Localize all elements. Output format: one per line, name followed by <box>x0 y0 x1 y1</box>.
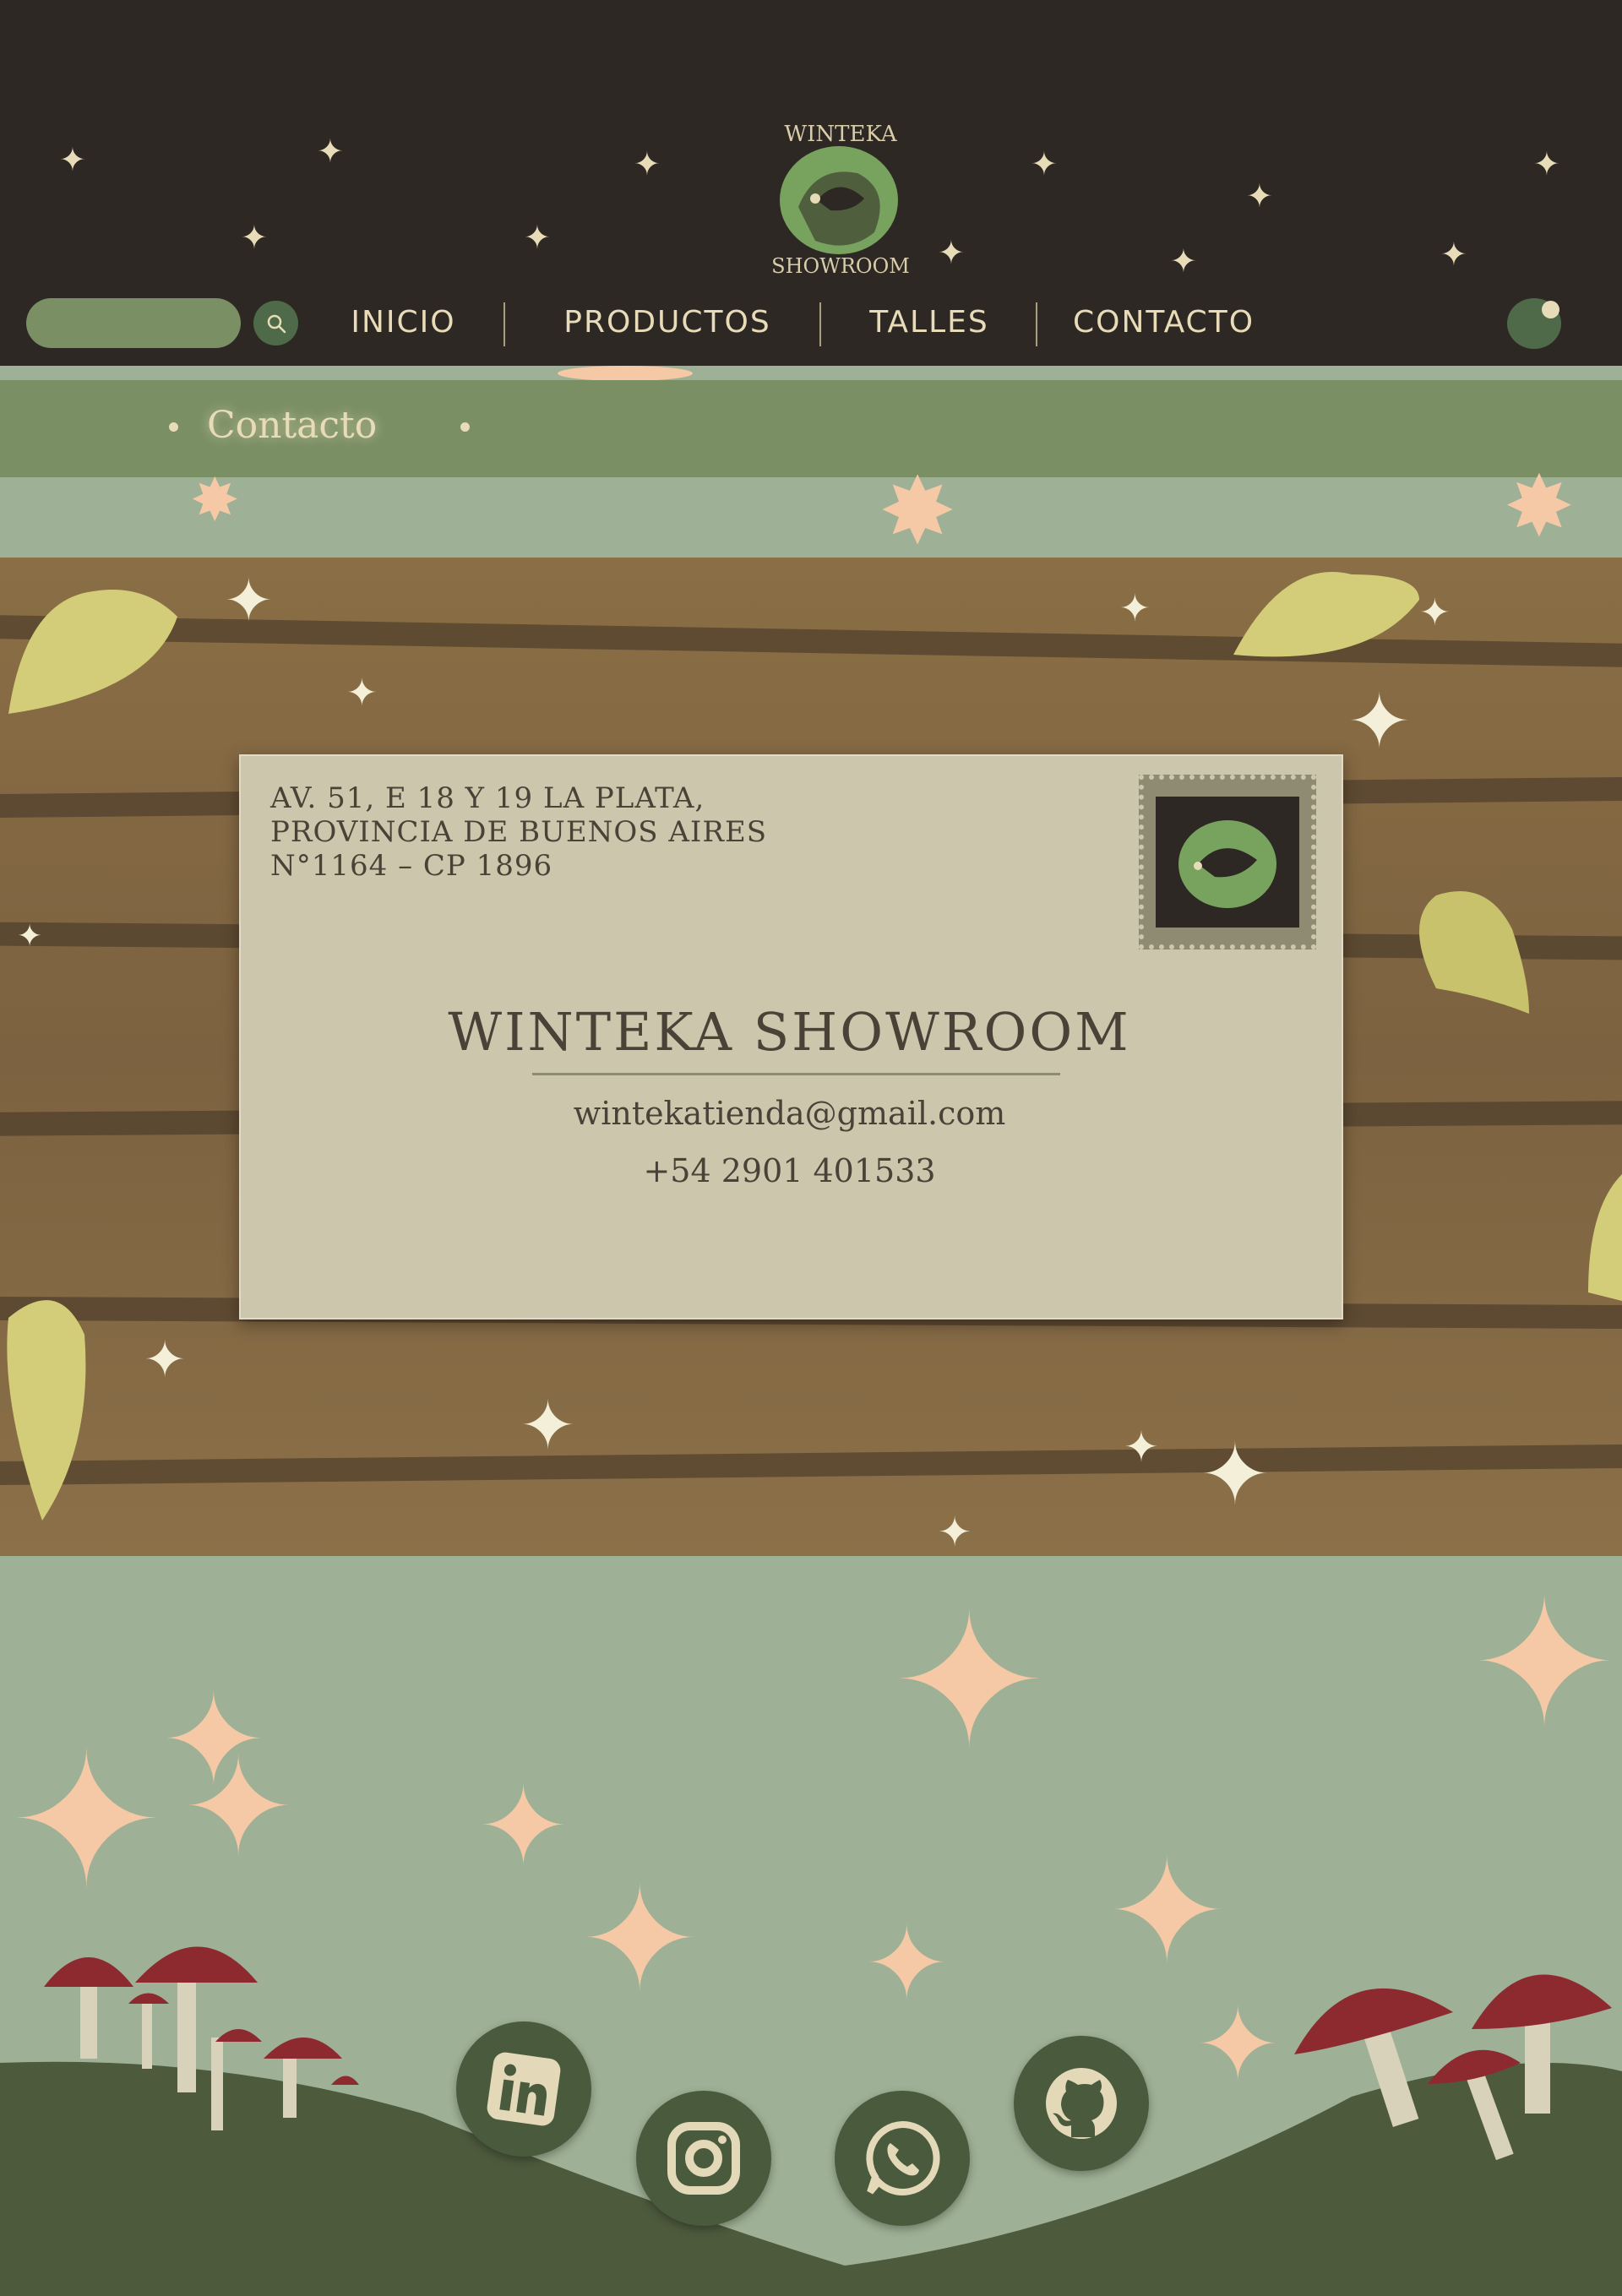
sparkle-icon: ✸ <box>1504 457 1575 556</box>
sparkle-icon: ✦ <box>938 234 965 271</box>
svg-text:✦: ✦ <box>891 1574 1047 1790</box>
linkedin-button[interactable] <box>456 2021 591 2157</box>
nav-divider <box>819 302 821 346</box>
svg-text:✦: ✦ <box>477 1762 569 1891</box>
nav-item-talles[interactable]: TALLES <box>857 297 1001 348</box>
sparkle-icon: ✦ <box>59 141 86 178</box>
svg-text:✦: ✦ <box>1419 591 1451 634</box>
breadcrumb-dot <box>169 422 178 432</box>
svg-text:✦: ✦ <box>938 1509 972 1556</box>
address-line: N°1164 – CP 1896 <box>270 849 553 883</box>
sparkle-icon: ✸ <box>190 465 240 535</box>
sparkle-icon: ✦ <box>241 219 268 256</box>
sparkle-icon: ✦ <box>1440 236 1467 273</box>
logo-top-text: WINTEKA <box>784 122 897 147</box>
sparkle-icon: ✦ <box>1246 177 1273 215</box>
github-button[interactable] <box>1014 2036 1149 2171</box>
svg-text:✦: ✦ <box>144 1330 186 1390</box>
instagram-icon <box>667 2122 740 2195</box>
nav-divider <box>1036 302 1037 346</box>
whatsapp-icon <box>866 2120 940 2195</box>
whatsapp-button[interactable] <box>835 2091 970 2226</box>
nav-divider <box>503 302 505 346</box>
search-button[interactable] <box>253 301 298 345</box>
sparkle-icon: ✦ <box>524 219 551 256</box>
instagram-button[interactable] <box>636 2091 771 2226</box>
footer-scene: ✦ ✦ ✦ ✦ ✦ ✦ ✦ ✦ ✦ ✦ <box>0 1560 1622 2296</box>
github-icon <box>1046 2068 1117 2139</box>
svg-text:✦: ✦ <box>224 566 274 635</box>
svg-text:✦: ✦ <box>1107 1829 1227 1996</box>
svg-text:✦: ✦ <box>182 1728 295 1886</box>
sparkle-icon: ✦ <box>634 145 661 182</box>
peach-glow <box>558 366 693 381</box>
logo[interactable]: WINTEKA SHOWROOM <box>765 106 917 283</box>
search-icon <box>267 314 286 333</box>
nav-item-productos[interactable]: PRODUCTOS <box>553 297 781 348</box>
address-line: AV. 51, E 18 Y 19 LA PLATA, <box>270 781 705 815</box>
svg-text:✦: ✦ <box>1119 587 1151 630</box>
svg-text:✦: ✦ <box>1200 1425 1271 1524</box>
search-input[interactable] <box>26 298 241 348</box>
svg-text:✦: ✦ <box>346 672 378 715</box>
svg-text:✦: ✦ <box>1195 1987 1281 2104</box>
sparkle-icon: ✦ <box>317 133 344 170</box>
nav-item-contacto[interactable]: CONTACTO <box>1069 297 1259 348</box>
svg-text:✦: ✦ <box>17 919 42 954</box>
title-underline <box>532 1073 1060 1075</box>
logo-bottom-text: SHOWROOM <box>771 254 910 278</box>
sparkle-icon: ✦ <box>1031 145 1058 182</box>
contact-phone[interactable]: +54 2901 401533 <box>239 1152 1340 1189</box>
svg-text:✦: ✦ <box>520 1386 576 1465</box>
svg-text:✦: ✦ <box>8 1713 164 1929</box>
breadcrumb-current: Contacto <box>207 404 378 447</box>
band-divider: ✸ ✸ ✸ <box>0 465 1622 558</box>
svg-text:✦: ✦ <box>580 1857 699 2024</box>
svg-text:✦: ✦ <box>1124 1423 1159 1472</box>
address-block: AV. 51, E 18 Y 19 LA PLATA, PROVINCIA DE… <box>270 781 862 883</box>
sparkle-icon: ✸ <box>879 457 957 565</box>
svg-text:✦: ✦ <box>864 1906 950 2023</box>
sparkle-icon: ✦ <box>1533 145 1560 182</box>
dragon-icon <box>1178 820 1276 908</box>
svg-text:✦: ✦ <box>1347 677 1411 766</box>
sparkle-icon: ✦ <box>1170 242 1197 280</box>
address-line: PROVINCIA DE BUENOS AIRES <box>270 815 768 849</box>
site-footer: ✦ ✦ ✦ ✦ ✦ ✦ ✦ ✦ ✦ ✦ <box>0 1556 1622 2296</box>
theme-toggle-knob <box>1542 301 1559 318</box>
stamp-logo <box>1156 797 1299 928</box>
contact-email[interactable]: wintekatienda@gmail.com <box>239 1095 1340 1132</box>
breadcrumb-dot <box>460 422 470 432</box>
nav-item-inicio[interactable]: INICIO <box>338 297 469 348</box>
linkedin-icon <box>487 2052 561 2126</box>
svg-text:✦: ✦ <box>1470 1560 1619 1767</box>
envelope-title: WINTEKA SHOWROOM <box>448 1001 1131 1063</box>
